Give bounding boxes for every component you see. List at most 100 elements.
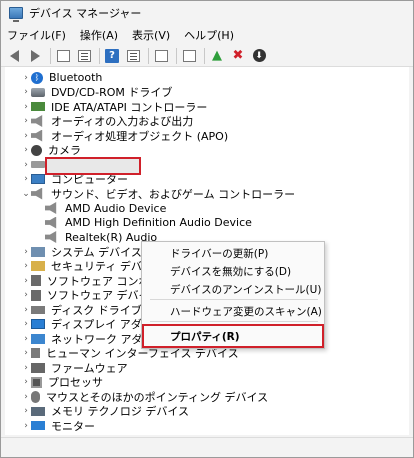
speaker-icon: [45, 216, 57, 229]
security-icon: [31, 261, 45, 271]
toolbar-separator: [204, 47, 205, 64]
toolbar-separator: [50, 47, 51, 64]
chevron-right-icon[interactable]: ›: [21, 87, 31, 97]
title-bar: デバイス マネージャー: [1, 1, 413, 25]
hid-icon: [31, 348, 40, 358]
context-menu: ドライバーの更新(P) デバイスを無効にする(D) デバイスのアンインストール(…: [141, 241, 325, 349]
update-driver-button[interactable]: [180, 47, 198, 65]
ctx-scan-hardware[interactable]: ハードウェア変更のスキャン(A): [170, 302, 322, 320]
ide-icon: [31, 102, 45, 111]
chevron-right-icon[interactable]: ›: [21, 319, 31, 329]
download-icon: ⬇: [252, 49, 266, 62]
download-button[interactable]: ⬇: [250, 47, 268, 65]
add-driver-button[interactable]: ▲: [208, 47, 226, 65]
action-pane-icon: [126, 49, 140, 62]
selected-device-highlight: [45, 157, 141, 175]
arrow-right-icon: [30, 49, 40, 62]
chevron-right-icon[interactable]: ›: [21, 305, 31, 315]
speaker-icon: [31, 129, 43, 142]
chevron-right-icon[interactable]: ›: [21, 174, 31, 184]
scan-hardware-button[interactable]: [152, 47, 170, 65]
cpu-icon: [31, 376, 42, 388]
menu-bar: ファイル(F) 操作(A) 表示(V) ヘルプ(H): [1, 25, 413, 45]
ctx-properties[interactable]: プロパティ(R): [170, 327, 240, 345]
menu-help[interactable]: ヘルプ(H): [184, 27, 234, 43]
back-button[interactable]: [5, 47, 23, 65]
tree-item-label: AMD High Definition Audio Device: [65, 216, 252, 229]
ctx-disable-device[interactable]: デバイスを無効にする(D): [170, 262, 291, 280]
chevron-right-icon[interactable]: ›: [21, 276, 31, 286]
ctx-separator: [150, 299, 318, 300]
computer-icon: [31, 174, 45, 184]
camera-icon: [31, 144, 42, 156]
chevron-right-icon[interactable]: ›: [21, 406, 31, 416]
chevron-right-icon[interactable]: ›: [21, 102, 31, 112]
chevron-right-icon[interactable]: ›: [21, 334, 31, 344]
firmware-icon: [31, 362, 45, 373]
speaker-icon: [31, 115, 43, 127]
drive-icon: [31, 305, 45, 314]
software-icon: [31, 289, 41, 301]
chevron-right-icon[interactable]: ›: [21, 377, 31, 387]
add-driver-icon: ▲: [212, 48, 222, 63]
ctx-separator: [150, 321, 318, 322]
chevron-down-icon[interactable]: ⌄: [21, 189, 31, 199]
speaker-icon: [45, 231, 57, 243]
monitor-icon: [31, 421, 45, 430]
ctx-uninstall-device[interactable]: デバイスのアンインストール(U): [170, 280, 321, 298]
chevron-right-icon[interactable]: ›: [21, 145, 31, 155]
tree-item[interactable]: Realtek(R) Audio: [35, 229, 157, 246]
chevron-right-icon[interactable]: ›: [21, 421, 31, 431]
properties-icon: [77, 49, 91, 62]
tree-item-label: AMD Audio Device: [65, 201, 167, 215]
chevron-right-icon[interactable]: ›: [21, 363, 31, 373]
tree-item-label: ユニバーサル シリアル バス コントローラー: [51, 432, 270, 435]
chevron-right-icon[interactable]: ›: [21, 261, 31, 271]
menu-file[interactable]: ファイル(F): [7, 27, 66, 43]
action-pane-button[interactable]: [124, 47, 142, 65]
device-manager-icon: [9, 7, 23, 22]
keyboard-icon: [31, 161, 45, 168]
device-manager-window: デバイス マネージャー ファイル(F) 操作(A) 表示(V) ヘルプ(H) ?…: [0, 0, 414, 458]
ctx-update-driver[interactable]: ドライバーの更新(P): [170, 244, 268, 262]
window-title: デバイス マネージャー: [29, 7, 142, 20]
chevron-right-icon[interactable]: ›: [21, 348, 31, 358]
tree-item-label: Bluetooth: [49, 71, 103, 84]
console-tree-icon: [56, 49, 70, 62]
dvd-icon: [31, 87, 45, 97]
system-icon: [31, 246, 45, 257]
chevron-right-icon[interactable]: ›: [21, 247, 31, 257]
help-icon: ?: [105, 48, 119, 63]
speaker-icon: [31, 187, 43, 200]
properties-button[interactable]: [75, 47, 93, 65]
chevron-right-icon[interactable]: ›: [21, 116, 31, 126]
chevron-right-icon[interactable]: ›: [21, 160, 31, 170]
network-icon: [31, 333, 45, 344]
mouse-icon: [31, 390, 40, 403]
toolbar-separator: [176, 47, 177, 64]
uninstall-button[interactable]: ✖: [229, 47, 247, 65]
toolbar-separator: [148, 47, 149, 64]
help-button[interactable]: ?: [103, 47, 121, 65]
chevron-right-icon[interactable]: ›: [21, 290, 31, 300]
menu-view[interactable]: 表示(V): [132, 27, 170, 43]
scan-icon: [154, 49, 168, 62]
status-bar: [1, 437, 413, 457]
chevron-right-icon[interactable]: ›: [21, 73, 31, 83]
tree-item[interactable]: ›ユニバーサル シリアル バス コントローラー: [21, 432, 270, 435]
tree-item-label: Realtek(R) Audio: [65, 230, 158, 244]
display-icon: [31, 319, 45, 329]
uninstall-icon: ✖: [232, 48, 244, 63]
monitor-icon: [182, 49, 196, 62]
bluetooth-icon: ᛒ: [31, 71, 43, 84]
forward-button[interactable]: [26, 47, 44, 65]
chevron-right-icon[interactable]: ›: [21, 131, 31, 141]
speaker-icon: [45, 202, 57, 214]
toolbar-separator: [99, 47, 100, 64]
software-icon: [31, 275, 41, 286]
chevron-right-icon[interactable]: ›: [21, 392, 31, 402]
menu-action[interactable]: 操作(A): [80, 27, 118, 43]
arrow-left-icon: [9, 49, 19, 62]
show-hide-tree-button[interactable]: [54, 47, 72, 65]
toolbar: ? ▲ ✖ ⬇: [1, 45, 413, 67]
